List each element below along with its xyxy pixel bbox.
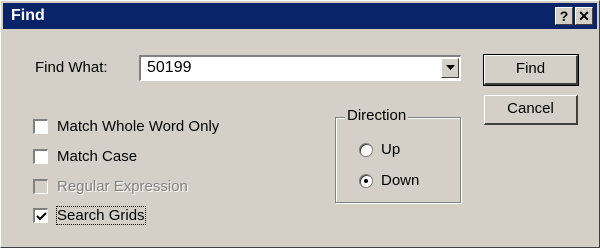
option-label: Match Case — [57, 148, 138, 165]
checkbox-regular-expression — [33, 179, 48, 194]
option-label: Match Whole Word Only — [57, 118, 220, 135]
title-bar[interactable]: Find ? ✕ — [3, 3, 597, 29]
find-what-label: Find What: — [35, 59, 108, 76]
find-what-value[interactable]: 50199 — [147, 59, 192, 77]
direction-group-label: Direction — [345, 107, 409, 124]
radio-down[interactable] — [359, 174, 373, 188]
cancel-button[interactable]: Cancel — [484, 95, 578, 125]
radio-up[interactable] — [359, 143, 373, 157]
radio-label: Down — [381, 172, 420, 189]
option-label: Regular Expression — [57, 178, 188, 195]
find-button[interactable]: Find — [483, 54, 579, 86]
checkbox-search-grids[interactable] — [33, 208, 48, 223]
close-button[interactable]: ✕ — [575, 7, 593, 25]
chevron-down-icon — [446, 65, 455, 70]
checkmark-icon — [36, 212, 47, 221]
checkbox-match-whole-word[interactable] — [33, 119, 48, 134]
window-title: Find — [11, 7, 45, 24]
radio-label: Up — [381, 141, 401, 158]
option-label: Search Grids — [56, 206, 146, 225]
help-button[interactable]: ? — [555, 7, 573, 25]
direction-group — [335, 117, 461, 203]
find-what-combobox[interactable]: 50199 — [139, 55, 461, 81]
dropdown-button[interactable] — [441, 58, 459, 78]
checkbox-match-case[interactable] — [33, 149, 48, 164]
find-dialog: Find ? ✕ Find What: 50199 Find Cancel Ma… — [0, 0, 600, 248]
radio-dot-icon — [364, 179, 368, 183]
